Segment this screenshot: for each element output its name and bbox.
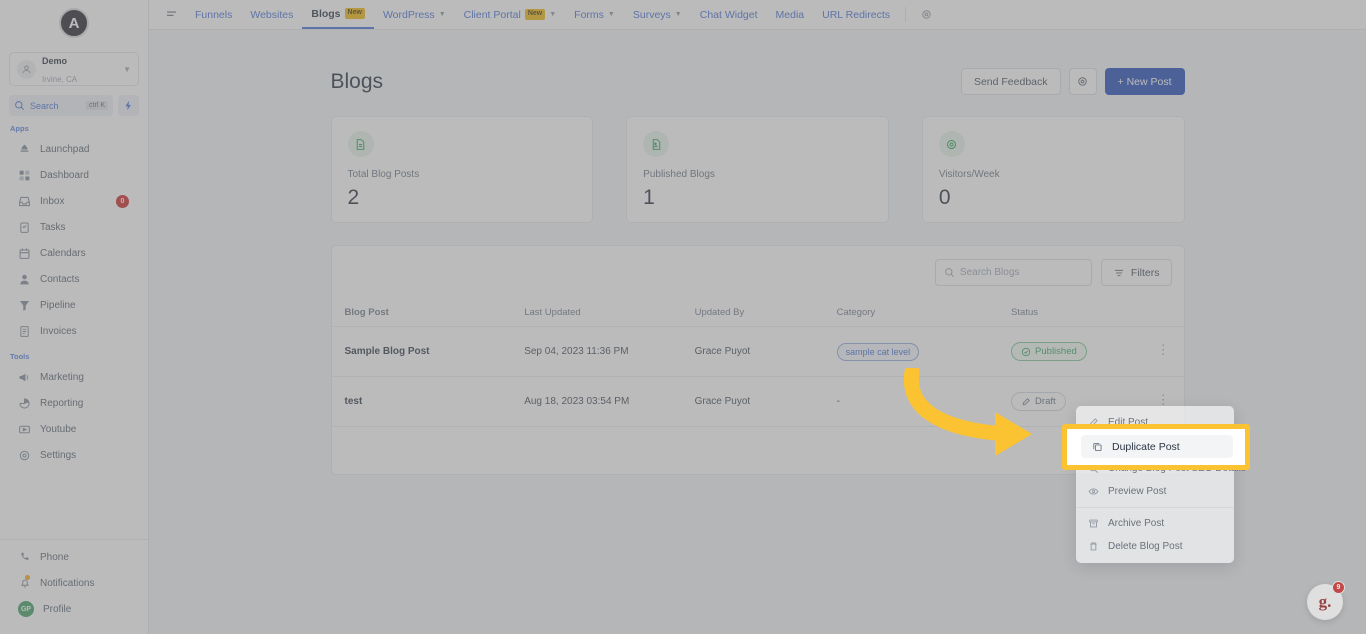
chat-widget-badge: 9 [1332,581,1345,594]
annotation-arrow [903,368,1032,456]
menu-item-delete-blog-post[interactable]: Delete Blog Post [1076,535,1234,558]
chat-widget-button[interactable]: g. 9 [1307,581,1345,620]
copy-icon [1092,441,1103,452]
eye-icon [1088,486,1099,497]
chat-widget-logo: g. [1318,592,1332,611]
menu-item-archive-post[interactable]: Archive Post [1076,512,1234,535]
highlighted-menu-item-duplicate-post[interactable]: Duplicate Post [1081,435,1233,458]
screen: A Demo Irvine, CA ▼ [0,0,1366,634]
archive-icon [1088,518,1099,529]
highlighted-menu-label: Duplicate Post [1112,440,1180,453]
menu-item-preview-post[interactable]: Preview Post [1076,480,1234,503]
menu-label-delete-blog-post: Delete Blog Post [1108,541,1183,552]
menu-label-preview-post: Preview Post [1108,486,1167,497]
menu-divider [1076,507,1234,508]
trash-icon [1088,541,1099,552]
menu-label-archive-post: Archive Post [1108,518,1165,529]
